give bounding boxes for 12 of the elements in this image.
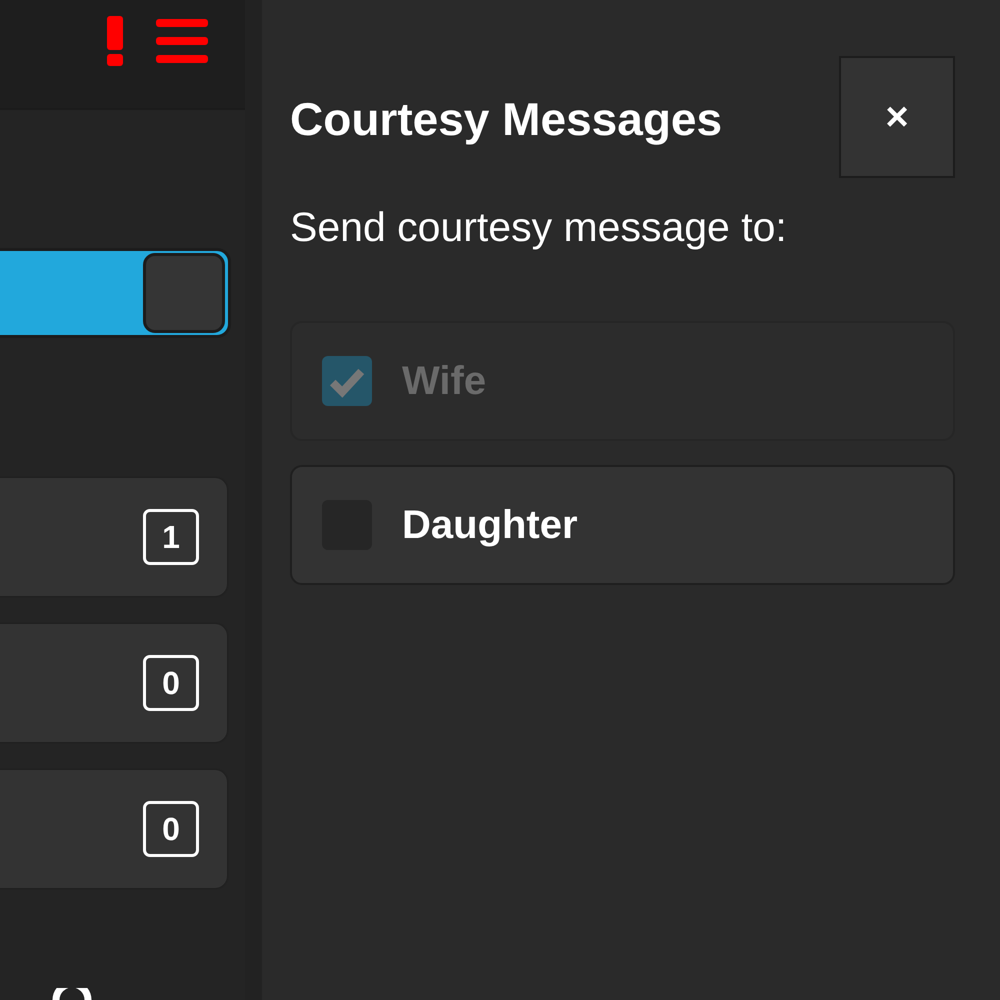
option-label: Wife bbox=[402, 358, 486, 404]
close-button[interactable]: × bbox=[839, 56, 955, 178]
dialog-title: Courtesy Messages bbox=[290, 92, 722, 146]
count-badge: 0 bbox=[143, 655, 199, 711]
count-badge: 0 bbox=[143, 801, 199, 857]
toggle-switch[interactable] bbox=[0, 248, 231, 338]
option-label: Daughter bbox=[402, 502, 578, 548]
prompt-text: Send courtesy message to: bbox=[290, 204, 788, 251]
alert-icon[interactable] bbox=[106, 16, 124, 66]
checkbox-option[interactable]: Daughter bbox=[290, 465, 955, 585]
count-badge: 1 bbox=[143, 509, 199, 565]
menu-icon[interactable] bbox=[156, 19, 208, 63]
